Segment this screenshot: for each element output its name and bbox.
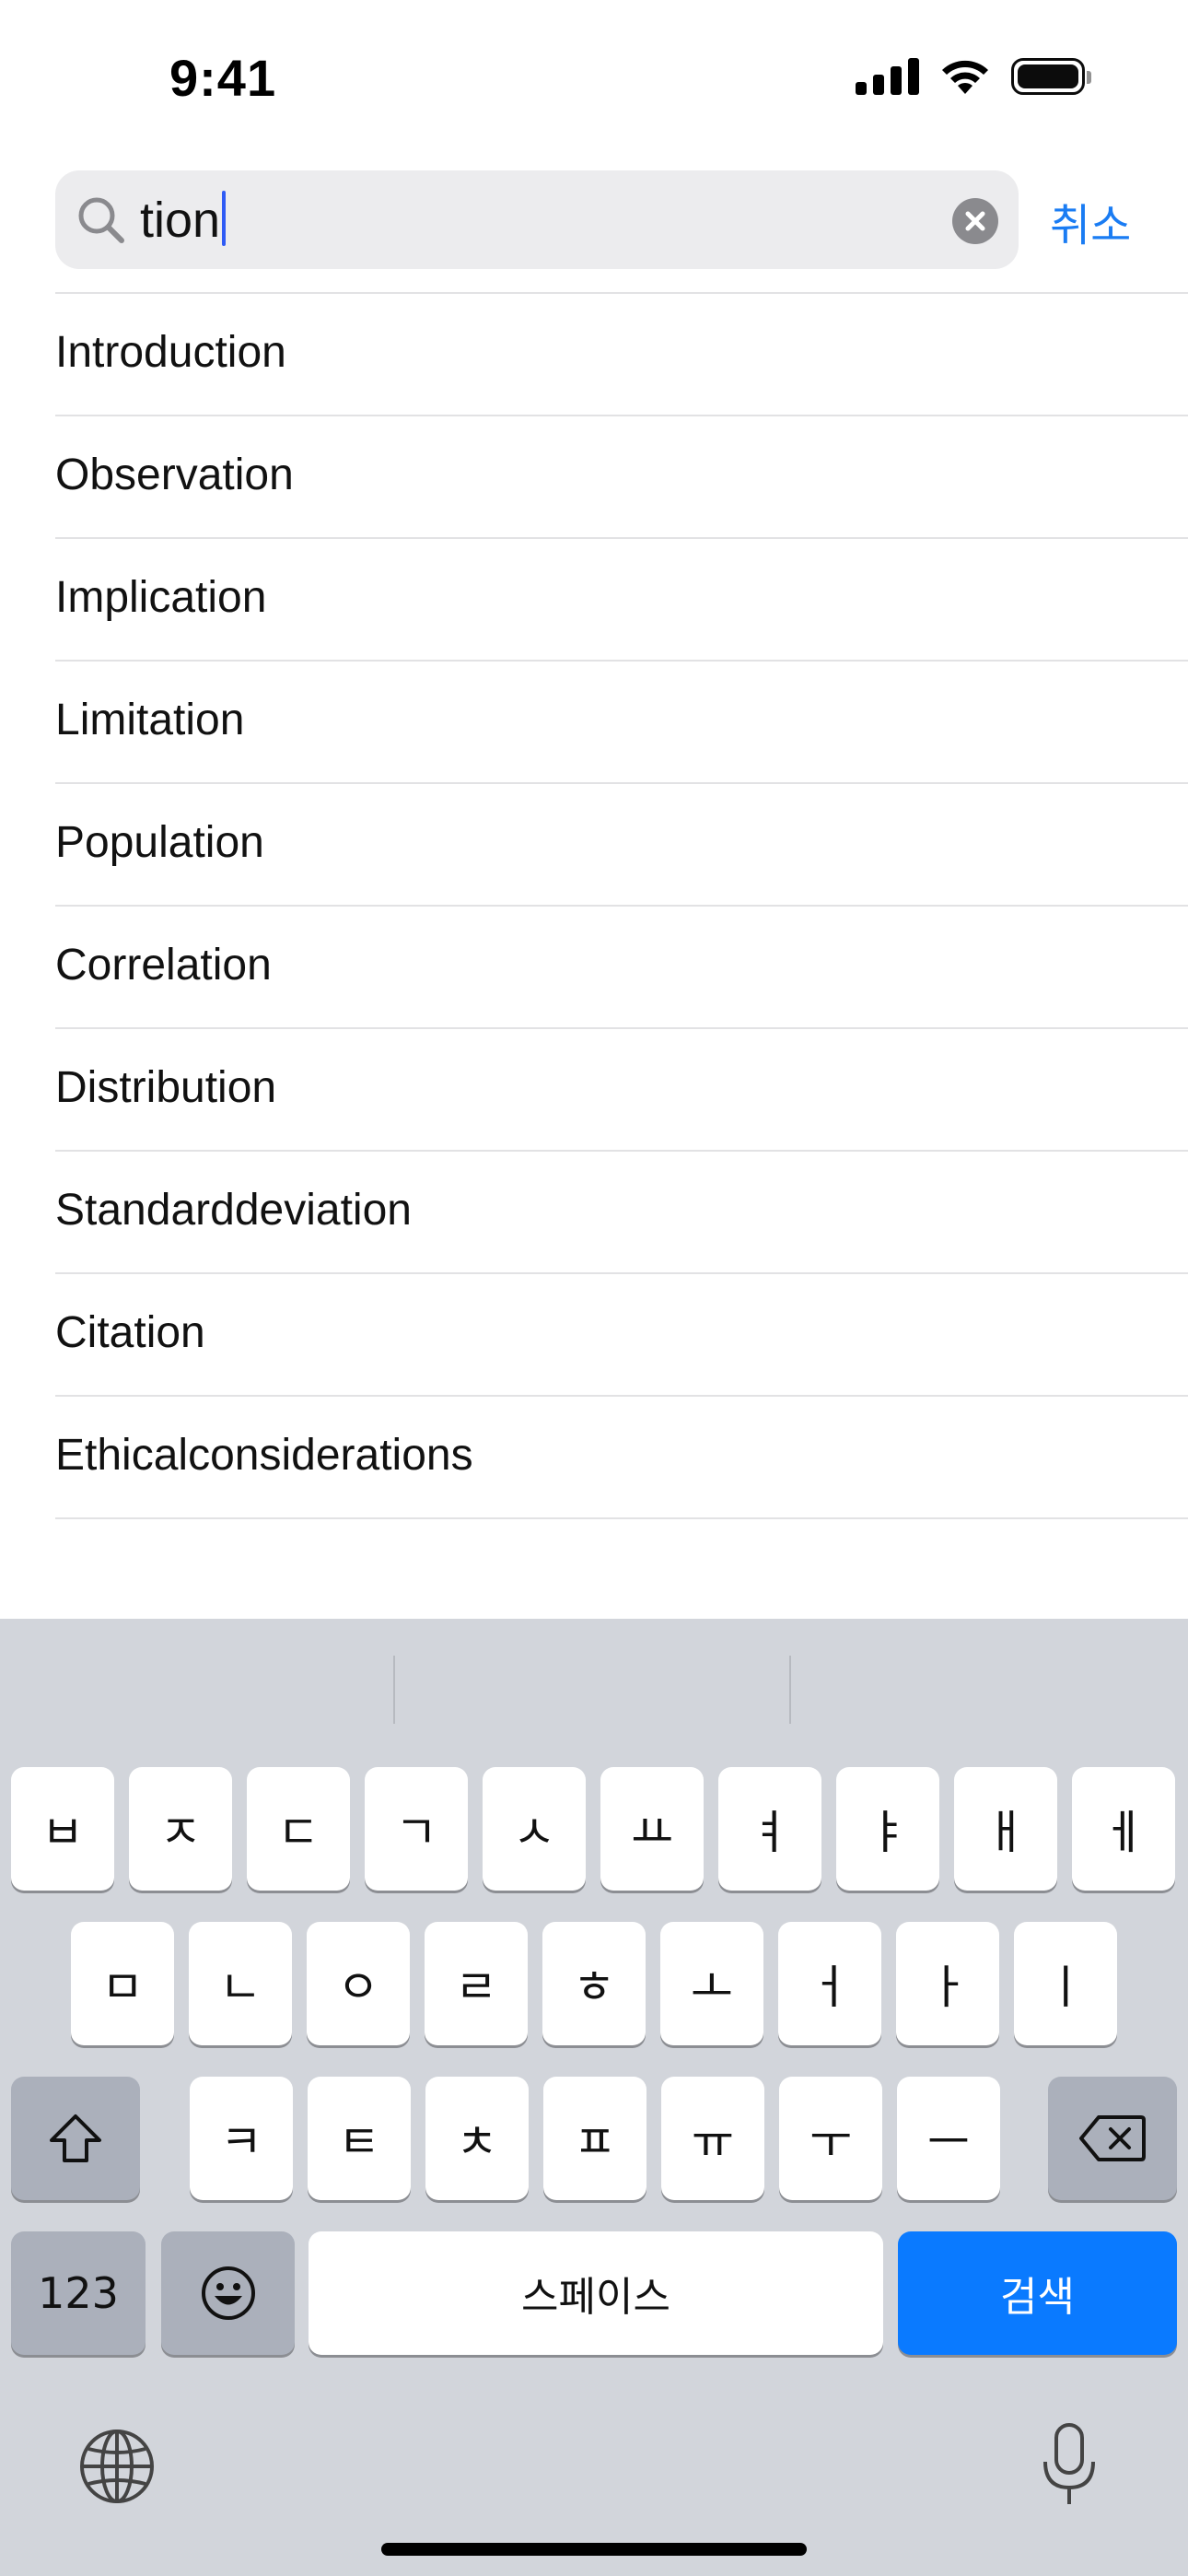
result-item-observation[interactable]: Observation xyxy=(0,416,1188,539)
result-item-ethicalconsiderations[interactable]: Ethicalconsiderations xyxy=(0,1397,1188,1519)
key-ㄹ[interactable]: ㄹ xyxy=(425,1922,528,2045)
results-list: Introduction Observation Implication Lim… xyxy=(0,294,1188,1519)
delete-icon xyxy=(1079,2115,1146,2161)
key-ㅂ[interactable]: ㅂ xyxy=(11,1767,114,1891)
search-key[interactable]: 검색 xyxy=(898,2231,1177,2355)
key-ㅅ[interactable]: ㅅ xyxy=(483,1767,586,1891)
result-label: Observation xyxy=(55,451,294,499)
result-label: Limitation xyxy=(55,696,245,744)
shift-key[interactable] xyxy=(11,2077,140,2200)
cellular-signal-icon xyxy=(856,58,919,95)
search-icon xyxy=(78,197,124,243)
result-item-distribution[interactable]: Distribution xyxy=(0,1029,1188,1152)
result-label: Correlation xyxy=(55,941,272,989)
result-label: Ethicalconsiderations xyxy=(55,1431,473,1480)
key-ㅊ[interactable]: ㅊ xyxy=(425,2077,529,2200)
key-ㅜ[interactable]: ㅜ xyxy=(779,2077,882,2200)
text-cursor xyxy=(222,191,227,246)
status-icons xyxy=(856,57,1091,96)
clear-icon[interactable] xyxy=(952,198,998,244)
key-ㅍ[interactable]: ㅍ xyxy=(543,2077,646,2200)
emoji-key[interactable] xyxy=(161,2231,295,2355)
result-item-population[interactable]: Population xyxy=(0,784,1188,907)
key-ㅈ[interactable]: ㅈ xyxy=(129,1767,232,1891)
space-key[interactable]: 스페이스 xyxy=(309,2231,883,2355)
result-item-limitation[interactable]: Limitation xyxy=(0,662,1188,784)
result-label: Standarddeviation xyxy=(55,1186,412,1235)
key-ㅐ[interactable]: ㅐ xyxy=(954,1767,1057,1891)
microphone-icon[interactable] xyxy=(1039,2421,1100,2510)
result-label: Implication xyxy=(55,573,267,622)
result-label: Distribution xyxy=(55,1063,277,1112)
key-ㄱ[interactable]: ㄱ xyxy=(365,1767,468,1891)
wifi-icon xyxy=(942,60,988,94)
key-ㅡ[interactable]: ㅡ xyxy=(897,2077,1000,2200)
suggestion-separator xyxy=(789,1656,791,1724)
key-ㄴ[interactable]: ㄴ xyxy=(189,1922,292,2045)
search-input[interactable]: tion xyxy=(140,191,227,249)
suggestion-separator xyxy=(393,1656,395,1724)
key-ㅋ[interactable]: ㅋ xyxy=(190,2077,293,2200)
key-ㅑ[interactable]: ㅑ xyxy=(836,1767,939,1891)
status-time: 9:41 xyxy=(169,49,277,107)
globe-icon[interactable] xyxy=(77,2427,157,2506)
shift-icon xyxy=(50,2114,101,2162)
key-ㅕ[interactable]: ㅕ xyxy=(718,1767,821,1891)
result-item-implication[interactable]: Implication xyxy=(0,539,1188,662)
key-ㅛ[interactable]: ㅛ xyxy=(600,1767,704,1891)
key-ㅇ[interactable]: ㅇ xyxy=(307,1922,410,2045)
result-label: Population xyxy=(55,818,264,867)
key-ㅣ[interactable]: ㅣ xyxy=(1014,1922,1117,2045)
status-bar: 9:41 xyxy=(0,0,1188,157)
cancel-button[interactable]: 취소 xyxy=(1050,189,1131,253)
result-label: Citation xyxy=(55,1308,205,1357)
search-field[interactable]: tion xyxy=(55,170,1019,269)
key-ㅁ[interactable]: ㅁ xyxy=(71,1922,174,2045)
delete-key[interactable] xyxy=(1048,2077,1177,2200)
battery-icon xyxy=(1011,58,1091,95)
result-item-standarddeviation[interactable]: Standarddeviation xyxy=(0,1152,1188,1274)
result-label: Introduction xyxy=(55,328,286,377)
result-item-citation[interactable]: Citation xyxy=(0,1274,1188,1397)
key-ㅎ[interactable]: ㅎ xyxy=(542,1922,646,2045)
key-ㄷ[interactable]: ㄷ xyxy=(247,1767,350,1891)
key-ㅠ[interactable]: ㅠ xyxy=(661,2077,764,2200)
emoji-icon xyxy=(201,2266,255,2320)
key-ㅓ[interactable]: ㅓ xyxy=(778,1922,881,2045)
numbers-key[interactable]: 123 xyxy=(11,2231,146,2355)
divider xyxy=(55,1517,1188,1519)
key-ㅗ[interactable]: ㅗ xyxy=(660,1922,763,2045)
result-item-correlation[interactable]: Correlation xyxy=(0,907,1188,1029)
key-ㅏ[interactable]: ㅏ xyxy=(896,1922,999,2045)
result-item-introduction[interactable]: Introduction xyxy=(0,294,1188,416)
search-query: tion xyxy=(140,193,221,248)
key-ㅌ[interactable]: ㅌ xyxy=(308,2077,411,2200)
home-indicator[interactable] xyxy=(381,2543,807,2556)
key-ㅔ[interactable]: ㅔ xyxy=(1072,1767,1175,1891)
